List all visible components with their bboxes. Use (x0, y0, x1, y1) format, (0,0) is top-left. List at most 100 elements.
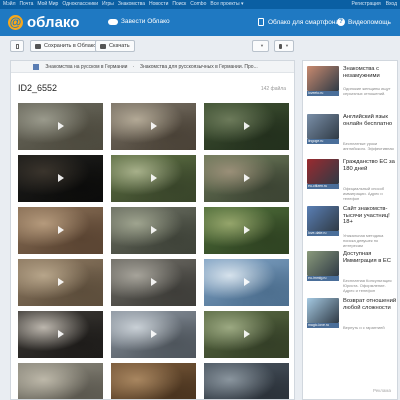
thumb-people-street[interactable] (204, 363, 289, 399)
sidebar-ad[interactable]: eu-immig.ru Доступная Иммиграция в ЕС Бесп… (307, 251, 397, 303)
ad-thumbnail-image[interactable] (307, 159, 339, 184)
ad-description: Уникальная методика поиска девушек по ин… (343, 233, 384, 248)
cloud-icon (108, 18, 118, 25)
top-nav-link[interactable]: Поиск (172, 1, 186, 7)
ad-sidebar: Реклама loveeto.ru Знакомства с незамужни… (302, 60, 398, 400)
ad-description: Официальный способ иммиграции. Адрес и т… (343, 186, 385, 201)
video-help-link[interactable]: ? Видеопомощь (337, 18, 391, 26)
help-icon: ? (337, 18, 345, 26)
thumb-rocky-ground[interactable] (18, 363, 103, 399)
view-mode-dropdown[interactable]: ▼ (274, 40, 294, 52)
top-nav-link[interactable]: Почта (19, 1, 33, 7)
play-icon (149, 330, 158, 339)
ad-icon (33, 63, 39, 70)
thumb-temple-ruins[interactable] (18, 103, 103, 150)
top-nav-link[interactable]: Знакомства (118, 1, 145, 7)
thumb-stepwell[interactable] (204, 103, 289, 150)
select-all-checkbox[interactable] (10, 40, 24, 52)
toolbar: Сохранить в Облако Скачать ▼ ▼ (0, 36, 400, 56)
top-nav-link[interactable]: Игры (102, 1, 114, 7)
thumb-tree-path[interactable] (204, 311, 289, 358)
thumb-street-lamp[interactable] (111, 311, 196, 358)
play-icon (56, 330, 65, 339)
top-nav-link[interactable]: Мой Мир (37, 1, 58, 7)
thumb-sculpture-figures[interactable] (18, 259, 103, 306)
thumb-forest-path[interactable] (111, 155, 196, 202)
play-icon (242, 330, 251, 339)
sidebar-ad[interactable]: eu-citizen.ru Гражданство ЕС за 180 дней О… (307, 159, 397, 211)
ad-title[interactable]: Знакомства с незамужними (343, 66, 397, 79)
top-nav-auth-link[interactable]: Вход (386, 1, 397, 7)
thumb-sky-sign[interactable] (204, 259, 289, 306)
ad-title[interactable]: Гражданство ЕС за 180 дней (343, 159, 397, 172)
save-to-cloud-label: Сохранить в Облако (44, 43, 97, 49)
play-icon (56, 174, 65, 183)
top-nav-auth-link[interactable]: Регистрация (351, 1, 380, 7)
video-help-label: Видеопомощь (348, 18, 391, 26)
top-nav-link[interactable]: Combo (190, 1, 206, 7)
thumb-stone-relief[interactable] (18, 207, 103, 254)
top-navigation-bar: Мэйл Почта Мой Мир Одноклассники Игры Знакомс… (0, 0, 400, 9)
ad-source: magic-love.ru (307, 323, 339, 328)
smartphone-cloud-link[interactable]: Облако для смартфона (258, 18, 339, 26)
play-icon (56, 226, 65, 235)
ad-source: lingoge.ru (307, 139, 339, 144)
top-nav-link[interactable]: Все проекты ▾ (210, 1, 243, 7)
thumb-man-dark-room[interactable] (18, 155, 103, 202)
play-icon (242, 226, 251, 235)
thumb-text-document[interactable] (18, 311, 103, 358)
sidebar-ad[interactable]: loveeto.ru Знакомства с незамужними Одинок… (307, 66, 397, 118)
thumb-road-drive[interactable] (111, 207, 196, 254)
play-icon (149, 122, 158, 131)
top-nav-links: Мэйл Почта Мой Мир Одноклассники Игры Знакомс… (3, 1, 247, 7)
top-nav-link[interactable]: Новости (149, 1, 168, 7)
download-button[interactable]: Скачать (95, 40, 135, 52)
file-count: 142 файла (260, 86, 286, 92)
ad-thumbnail-image[interactable] (307, 251, 339, 276)
folder-title: ID2_6552 (18, 83, 58, 93)
thumb-cave-carvings[interactable] (111, 103, 196, 150)
sidebar-ad[interactable]: magic-love.ru Возврат отношений любой сло… (307, 298, 397, 350)
top-nav-link[interactable]: Мэйл (3, 1, 15, 7)
smartphone-link-label: Облако для смартфона (268, 18, 340, 26)
smartphone-icon (258, 18, 264, 26)
play-icon (149, 226, 158, 235)
ad-title[interactable]: Сайт знакомств-тысячи участниц! 18+ (343, 206, 397, 226)
ad-description: Одинокие женщины ищут серьезных отношени… (343, 86, 391, 96)
ad-source: loveeto.ru (307, 91, 339, 96)
ad-thumbnail-image[interactable] (307, 298, 339, 323)
cloud-logo[interactable]: @ облако (8, 13, 79, 31)
play-icon (56, 278, 65, 287)
play-icon (242, 278, 251, 287)
ad-thumbnail-image[interactable] (307, 206, 339, 231)
ad-text-1[interactable]: Знакомства на русском в Германии (45, 64, 127, 70)
play-icon (149, 278, 158, 287)
ad-title[interactable]: Английский язык онлайн бесплатно (343, 114, 397, 127)
thumb-doorway[interactable] (111, 363, 196, 399)
sort-dropdown[interactable]: ▼ (252, 40, 269, 52)
thumb-palm-dancers[interactable] (204, 207, 289, 254)
download-label: Скачать (109, 43, 130, 49)
text-ad-bar[interactable]: Знакомства на русском в Германии · Знако… (11, 61, 294, 73)
ad-thumbnail-image[interactable] (307, 114, 339, 139)
top-nav-link[interactable]: Одноклассники (62, 1, 98, 7)
logo-text: облако (27, 13, 80, 31)
ad-description: Бесплатная Консультация Юриста. Оформлен… (343, 278, 392, 293)
save-to-cloud-button[interactable]: Сохранить в Облако (30, 40, 102, 52)
ad-source: eu-citizen.ru (307, 184, 339, 189)
mail-at-logo-icon: @ (8, 14, 23, 30)
ad-thumbnail-image[interactable] (307, 66, 339, 91)
ad-description: Вернуть и с гарантией (343, 325, 385, 330)
thumb-carved-wall[interactable] (111, 259, 196, 306)
checkbox-square-icon (16, 43, 19, 49)
create-cloud-link[interactable]: Завести Облако (108, 18, 170, 25)
thumb-women-gathering[interactable] (204, 155, 289, 202)
ad-title[interactable]: Доступная Иммиграция в ЕС (343, 251, 397, 264)
grid-view-icon (279, 43, 283, 49)
ad-title[interactable]: Возврат отношений любой сложности (343, 298, 397, 311)
ad-text-2[interactable]: Знакомства для русскоязычных в Германии.… (140, 64, 258, 70)
play-icon (242, 122, 251, 131)
top-nav-auth-links: Регистрация Вход (346, 1, 397, 7)
play-icon (242, 174, 251, 183)
ad-description: Бесплатные уроки английского. Эффективна… (343, 141, 394, 151)
